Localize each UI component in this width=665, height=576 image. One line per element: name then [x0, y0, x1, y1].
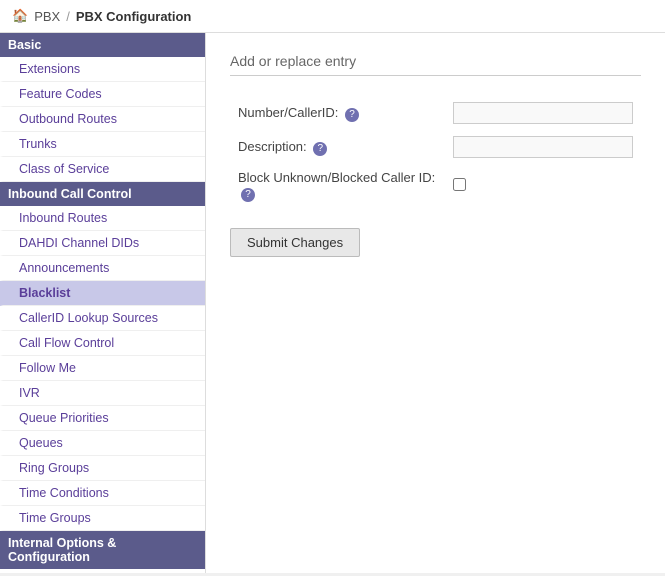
- sidebar-item-follow-me[interactable]: Follow Me: [0, 356, 205, 381]
- sidebar: BasicExtensionsFeature CodesOutbound Rou…: [0, 33, 206, 573]
- sidebar-item-queue-priorities[interactable]: Queue Priorities: [0, 406, 205, 431]
- sidebar-section-basic: Basic: [0, 33, 205, 57]
- sidebar-item-conferences[interactable]: Conferences: [0, 569, 205, 573]
- sidebar-section-inbound-call-control: Inbound Call Control: [0, 182, 205, 206]
- number-callerid-input[interactable]: [453, 102, 633, 124]
- number-callerid-label: Number/CallerID:: [238, 105, 338, 120]
- home-icon[interactable]: 🏠: [12, 8, 28, 24]
- block-unknown-row: Block Unknown/Blocked Caller ID: ?: [230, 164, 641, 208]
- sidebar-item-call-flow-control[interactable]: Call Flow Control: [0, 331, 205, 356]
- breadcrumb-separator: /: [66, 9, 70, 24]
- sidebar-item-dahdi-channel-dids[interactable]: DAHDI Channel DIDs: [0, 231, 205, 256]
- sidebar-section-internal-options-configuration: Internal Options & Configuration: [0, 531, 205, 569]
- description-label: Description:: [238, 139, 307, 154]
- sidebar-item-outbound-routes[interactable]: Outbound Routes: [0, 107, 205, 132]
- block-unknown-help-icon[interactable]: ?: [241, 188, 255, 202]
- breadcrumb-current: PBX Configuration: [76, 9, 192, 24]
- number-callerid-row: Number/CallerID: ?: [230, 96, 641, 130]
- sidebar-item-blacklist[interactable]: Blacklist: [0, 281, 205, 306]
- sidebar-item-queues[interactable]: Queues: [0, 431, 205, 456]
- form-table: Number/CallerID: ? Description: ? Bloc: [230, 96, 641, 208]
- sidebar-item-time-groups[interactable]: Time Groups: [0, 506, 205, 531]
- sidebar-item-announcements[interactable]: Announcements: [0, 256, 205, 281]
- breadcrumb-bar: 🏠 PBX / PBX Configuration: [0, 0, 665, 33]
- sidebar-item-callerid-lookup-sources[interactable]: CallerID Lookup Sources: [0, 306, 205, 331]
- sidebar-item-trunks[interactable]: Trunks: [0, 132, 205, 157]
- sidebar-item-feature-codes[interactable]: Feature Codes: [0, 82, 205, 107]
- sidebar-item-class-of-service[interactable]: Class of Service: [0, 157, 205, 182]
- block-unknown-checkbox[interactable]: [453, 178, 466, 191]
- sidebar-item-inbound-routes[interactable]: Inbound Routes: [0, 206, 205, 231]
- main-content: Add or replace entry Number/CallerID: ? …: [206, 33, 665, 573]
- description-help-icon[interactable]: ?: [313, 142, 327, 156]
- description-input[interactable]: [453, 136, 633, 158]
- description-row: Description: ?: [230, 130, 641, 164]
- breadcrumb-root[interactable]: PBX: [34, 9, 60, 24]
- block-unknown-label: Block Unknown/Blocked Caller ID:: [238, 170, 435, 185]
- submit-button[interactable]: Submit Changes: [230, 228, 360, 257]
- sidebar-item-time-conditions[interactable]: Time Conditions: [0, 481, 205, 506]
- number-callerid-help-icon[interactable]: ?: [345, 108, 359, 122]
- sidebar-item-ivr[interactable]: IVR: [0, 381, 205, 406]
- section-title: Add or replace entry: [230, 53, 641, 69]
- sidebar-item-extensions[interactable]: Extensions: [0, 57, 205, 82]
- divider: [230, 75, 641, 76]
- sidebar-item-ring-groups[interactable]: Ring Groups: [0, 456, 205, 481]
